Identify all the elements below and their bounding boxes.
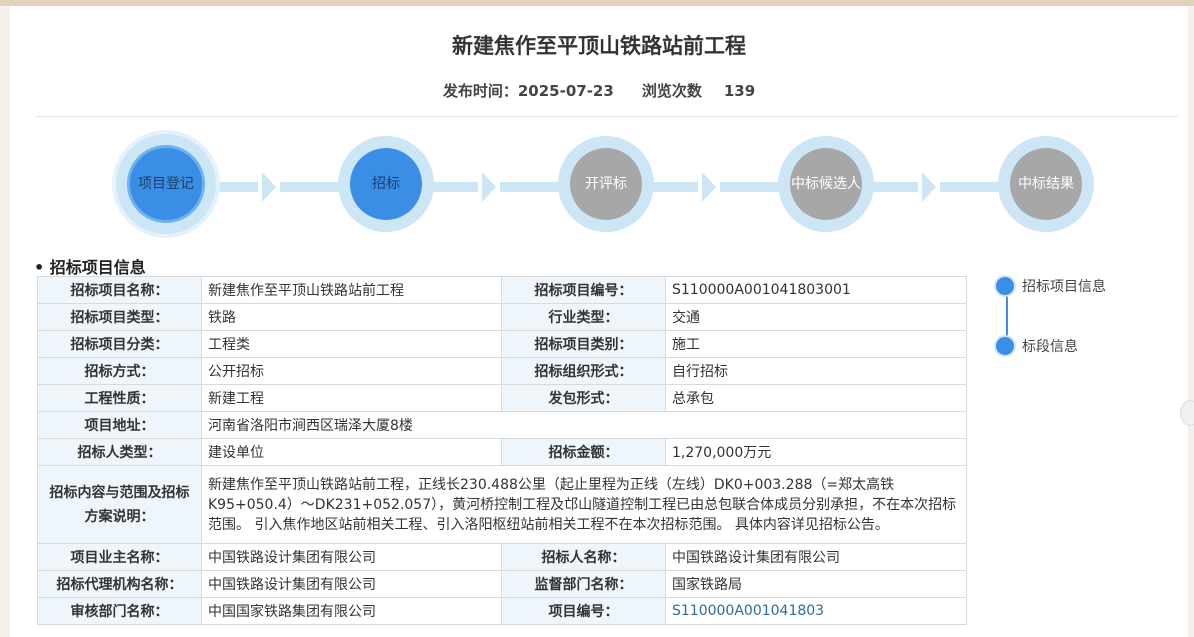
step-connector	[280, 182, 344, 192]
side-nav-item-tender-info[interactable]: 招标项目信息	[996, 276, 1106, 296]
side-nav-item-section-info[interactable]: 标段信息	[996, 336, 1078, 356]
table-row: 招标代理机构名称： 中国铁路设计集团有限公司 监督部门名称： 国家铁路局	[37, 570, 967, 598]
step-label: 中标	[1018, 176, 1046, 192]
nav-dot-icon	[996, 277, 1014, 295]
step-arrow-icon	[702, 172, 716, 202]
field-value: 国家铁路局	[665, 570, 967, 598]
field-label: 招标方式：	[37, 357, 202, 385]
tender-info-table: 招标项目名称： 新建焦作至平顶山铁路站前工程 招标项目编号： S110000A0…	[37, 276, 967, 625]
side-anchor-nav: 招标项目信息 标段信息	[996, 276, 1176, 376]
field-label: 审核部门名称：	[37, 597, 202, 625]
step-label: 结果	[1046, 176, 1074, 192]
field-label: 招标项目编号：	[501, 276, 666, 304]
table-row: 工程性质： 新建工程 发包形式： 总承包	[37, 384, 967, 412]
page-title: 新建焦作至平顶山铁路站前工程	[452, 34, 746, 58]
field-value: S110000A001041803001	[665, 276, 967, 304]
views-count: 139	[723, 82, 756, 100]
field-value: 新建焦作至平顶山铁路站前工程	[201, 276, 502, 304]
table-row: 招标方式： 公开招标 招标组织形式： 自行招标	[37, 357, 967, 385]
field-label: 项目地址：	[37, 411, 202, 439]
step-arrow-icon	[922, 172, 936, 202]
field-value: 工程类	[201, 330, 502, 358]
field-value: 公开招标	[201, 357, 502, 385]
views-label: 浏览次数	[641, 82, 702, 100]
field-label: 招标代理机构名称：	[37, 570, 202, 598]
step-connector	[940, 182, 1004, 192]
step-label: 项目	[138, 176, 166, 192]
project-number-link[interactable]: S110000A001041803	[665, 597, 967, 625]
step-winning-result[interactable]: 中标 结果	[998, 136, 1094, 232]
step-label: 中标	[791, 176, 819, 192]
field-label: 监督部门名称：	[501, 570, 666, 598]
table-row: 项目业主名称： 中国铁路设计集团有限公司 招标人名称： 中国铁路设计集团有限公司	[37, 543, 967, 571]
field-label: 项目编号：	[501, 597, 666, 625]
field-value: 新建焦作至平顶山铁路站前工程，正线长230.488公里（起止里程为正线（左线）D…	[201, 465, 967, 544]
table-row: 招标人类型： 建设单位 招标金额： 1,270,000万元	[37, 438, 967, 466]
field-value: 铁路	[201, 303, 502, 331]
table-row: 招标项目名称： 新建焦作至平顶山铁路站前工程 招标项目编号： S110000A0…	[37, 276, 967, 304]
step-label: 候选人	[819, 176, 861, 192]
step-connector	[720, 182, 784, 192]
field-value: 自行招标	[665, 357, 967, 385]
field-label: 招标组织形式：	[501, 357, 666, 385]
field-label: 招标项目名称：	[37, 276, 202, 304]
edge-scroll-handle[interactable]	[1180, 400, 1194, 426]
side-nav-label: 标段信息	[1022, 339, 1078, 355]
field-label: 招标金额：	[501, 438, 666, 466]
field-value: 中国铁路设计集团有限公司	[201, 543, 502, 571]
step-winning-candidate[interactable]: 中标 候选人	[778, 136, 874, 232]
field-value: 施工	[665, 330, 967, 358]
step-bid-opening[interactable]: 开评标	[558, 136, 654, 232]
publish-date: 2025-07-23	[517, 82, 614, 100]
step-connector	[500, 182, 564, 192]
field-label: 项目业主名称：	[37, 543, 202, 571]
field-label: 招标人名称：	[501, 543, 666, 571]
table-row: 招标内容与范围及招标方案说明： 新建焦作至平顶山铁路站前工程，正线长230.48…	[37, 465, 967, 544]
field-label: 招标项目分类：	[37, 330, 202, 358]
field-label: 招标人类型：	[37, 438, 202, 466]
field-label: 行业类型：	[501, 303, 666, 331]
side-nav-label: 招标项目信息	[1022, 279, 1106, 295]
field-value: 中国国家铁路集团有限公司	[201, 597, 502, 625]
step-label: 登记	[166, 176, 194, 192]
field-value: 交通	[665, 303, 967, 331]
field-label: 招标项目类型：	[37, 303, 202, 331]
step-label: 开评标	[585, 176, 627, 192]
field-value: 建设单位	[201, 438, 502, 466]
table-row: 招标项目类型： 铁路 行业类型： 交通	[37, 303, 967, 331]
field-value: 河南省洛阳市涧西区瑞泽大厦8楼	[201, 411, 967, 439]
header-divider	[36, 116, 1178, 117]
field-label: 招标项目类别：	[501, 330, 666, 358]
field-value: 中国铁路设计集团有限公司	[665, 543, 967, 571]
nav-dot-icon	[996, 337, 1014, 355]
step-tendering[interactable]: 招标	[338, 136, 434, 232]
step-arrow-icon	[262, 172, 276, 202]
field-label: 招标内容与范围及招标方案说明：	[37, 465, 202, 544]
publish-meta: 发布时间：2025-07-23 浏览次数 139	[10, 80, 1188, 101]
field-label: 工程性质：	[37, 384, 202, 412]
table-row: 项目地址： 河南省洛阳市涧西区瑞泽大厦8楼	[37, 411, 967, 439]
field-label: 发包形式：	[501, 384, 666, 412]
field-value: 新建工程	[201, 384, 502, 412]
page-container: 新建焦作至平顶山铁路站前工程 发布时间：2025-07-23 浏览次数 139 项目…	[10, 6, 1194, 637]
field-value: 总承包	[665, 384, 967, 412]
table-row: 招标项目分类： 工程类 招标项目类别： 施工	[37, 330, 967, 358]
step-project-registration[interactable]: 项目 登记	[116, 134, 216, 234]
section-title: • 招标项目信息	[34, 258, 146, 277]
step-label: 招标	[372, 176, 400, 192]
field-value: 1,270,000万元	[665, 438, 967, 466]
publish-label: 发布时间：	[442, 82, 518, 100]
table-row: 审核部门名称： 中国国家铁路集团有限公司 项目编号： S110000A00104…	[37, 597, 967, 625]
step-arrow-icon	[482, 172, 496, 202]
field-value: 中国铁路设计集团有限公司	[201, 570, 502, 598]
